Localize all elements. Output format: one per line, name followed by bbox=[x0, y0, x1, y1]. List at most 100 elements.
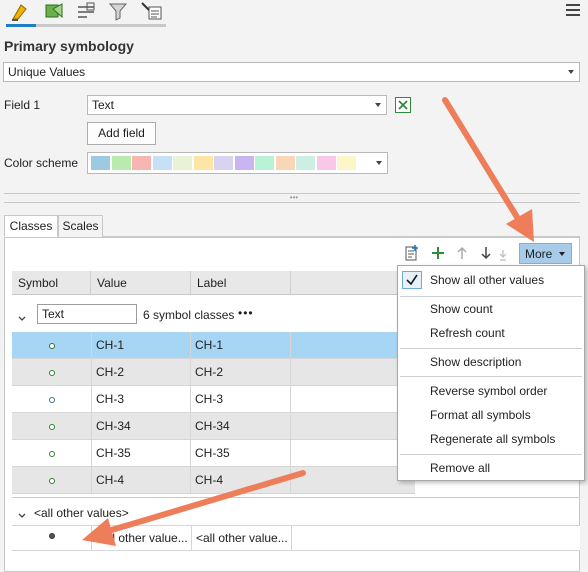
collapse-chevron-icon[interactable] bbox=[18, 311, 26, 321]
value-cell: CH-1 bbox=[92, 332, 191, 359]
color-swatch bbox=[234, 156, 254, 170]
column-header-value[interactable]: Value bbox=[91, 271, 191, 295]
symbol-cell[interactable] bbox=[12, 359, 92, 386]
move-up-icon[interactable] bbox=[455, 245, 469, 261]
table-row[interactable]: CH-3 CH-3 bbox=[12, 386, 415, 413]
hamburger-menu-icon[interactable] bbox=[566, 4, 580, 18]
annotation-arrow-to-more bbox=[442, 97, 534, 242]
group-more-icon[interactable]: ••• bbox=[238, 306, 254, 320]
collapse-chevron-icon[interactable] bbox=[18, 508, 26, 518]
label-cell: CH-3 bbox=[191, 386, 291, 413]
point-symbol-icon bbox=[49, 397, 55, 403]
group-divider bbox=[12, 497, 580, 498]
table-row[interactable]: CH-2 CH-2 bbox=[12, 359, 415, 386]
color-swatch bbox=[214, 156, 233, 170]
tab-scales[interactable]: Scales bbox=[58, 215, 103, 237]
point-symbol-icon bbox=[49, 478, 55, 484]
vary-by-attribute-icon[interactable] bbox=[42, 0, 66, 22]
more-dropdown-menu: Show all other values Show count Refresh… bbox=[397, 265, 585, 481]
add-class-icon[interactable] bbox=[404, 244, 420, 262]
more-button-label: More bbox=[525, 247, 553, 261]
color-swatch bbox=[91, 156, 110, 170]
value-cell: CH-4 bbox=[92, 467, 191, 494]
section-divider bbox=[4, 202, 580, 203]
expression-icon[interactable] bbox=[395, 97, 411, 113]
move-down-icon[interactable] bbox=[479, 245, 493, 261]
color-swatch bbox=[275, 156, 295, 170]
column-header-symbol[interactable]: Symbol bbox=[12, 271, 91, 295]
table-row[interactable]: CH-1 CH-1 bbox=[12, 332, 415, 359]
symbol-cell[interactable] bbox=[12, 526, 92, 551]
chevron-down-icon bbox=[559, 252, 565, 256]
menu-separator bbox=[400, 296, 582, 297]
chevron-down-icon bbox=[568, 70, 574, 74]
color-swatch bbox=[152, 156, 172, 170]
menu-item-refresh-count[interactable]: Refresh count bbox=[430, 326, 505, 340]
color-swatch bbox=[173, 156, 192, 170]
color-scheme-select[interactable] bbox=[87, 152, 388, 174]
color-swatch bbox=[111, 156, 131, 170]
menu-item-show-all-other-values[interactable]: Show all other values bbox=[430, 273, 544, 287]
menu-item-reverse-symbol-order[interactable]: Reverse symbol order bbox=[430, 384, 547, 398]
symbology-type-value: Unique Values bbox=[8, 65, 86, 79]
add-field-button[interactable]: Add field bbox=[87, 122, 156, 145]
group-summary: 6 symbol classes bbox=[143, 308, 235, 322]
more-button[interactable]: More bbox=[519, 243, 572, 264]
filter-icon[interactable] bbox=[106, 0, 130, 22]
symbology-icon[interactable] bbox=[8, 0, 32, 22]
symbology-toolbar bbox=[0, 0, 588, 28]
symbol-cell[interactable] bbox=[12, 440, 92, 467]
color-swatch bbox=[296, 156, 315, 170]
advanced-settings-icon[interactable] bbox=[140, 0, 164, 22]
menu-item-format-all-symbols[interactable]: Format all symbols bbox=[430, 408, 531, 422]
menu-item-show-description[interactable]: Show description bbox=[430, 355, 521, 369]
value-cell: CH-34 bbox=[92, 413, 191, 440]
color-scheme-label: Color scheme bbox=[4, 156, 79, 170]
column-header-label[interactable]: Label bbox=[191, 271, 291, 295]
color-swatch bbox=[337, 156, 356, 170]
symbol-cell[interactable] bbox=[12, 332, 92, 359]
symbol-cell[interactable] bbox=[12, 413, 92, 440]
color-swatch bbox=[132, 156, 151, 170]
point-symbol-icon bbox=[49, 343, 55, 349]
toolbar-tab-indicator bbox=[6, 24, 166, 27]
symbol-cell[interactable] bbox=[12, 467, 92, 494]
color-swatch bbox=[255, 156, 274, 170]
field1-value: Text bbox=[92, 98, 115, 112]
menu-item-remove-all[interactable]: Remove all bbox=[430, 461, 490, 475]
symbol-cell[interactable] bbox=[12, 386, 92, 413]
menu-separator bbox=[400, 348, 582, 349]
chevron-down-icon bbox=[375, 103, 381, 107]
group-field-input[interactable]: Text bbox=[37, 304, 137, 324]
label-cell: CH-1 bbox=[191, 332, 291, 359]
labels-icon[interactable] bbox=[74, 0, 98, 22]
all-other-values-group-title: <all other values> bbox=[34, 506, 129, 520]
label-cell: CH-34 bbox=[191, 413, 291, 440]
color-swatch bbox=[193, 156, 213, 170]
move-bottom-icon[interactable] bbox=[498, 248, 508, 262]
menu-item-show-count[interactable]: Show count bbox=[430, 302, 493, 316]
point-symbol-icon bbox=[49, 424, 55, 430]
table-row[interactable]: CH-34 CH-34 bbox=[12, 413, 415, 440]
field1-select[interactable]: Text bbox=[87, 95, 387, 115]
label-cell: CH-2 bbox=[191, 359, 291, 386]
color-swatch bbox=[316, 156, 336, 170]
table-row[interactable]: CH-4 CH-4 bbox=[12, 467, 415, 494]
value-cell: CH-35 bbox=[92, 440, 191, 467]
point-symbol-icon bbox=[49, 451, 55, 457]
tab-classes[interactable]: Classes bbox=[4, 215, 58, 237]
all-other-values-row[interactable]: <all other value... <all other value... bbox=[12, 525, 580, 551]
page-title: Primary symbology bbox=[4, 38, 134, 54]
checkmark-icon bbox=[402, 271, 422, 289]
value-cell: CH-3 bbox=[92, 386, 191, 413]
label-cell: CH-4 bbox=[191, 467, 291, 494]
menu-separator bbox=[400, 376, 582, 377]
table-row[interactable]: CH-35 CH-35 bbox=[12, 440, 415, 467]
menu-item-regenerate-all-symbols[interactable]: Regenerate all symbols bbox=[430, 432, 555, 446]
symbology-type-select[interactable]: Unique Values bbox=[3, 62, 580, 82]
chevron-down-icon bbox=[376, 161, 382, 165]
value-cell: CH-2 bbox=[92, 359, 191, 386]
label-cell: CH-35 bbox=[191, 440, 291, 467]
add-icon[interactable] bbox=[430, 245, 446, 261]
splitter-grip-icon[interactable]: ••• bbox=[285, 194, 303, 202]
